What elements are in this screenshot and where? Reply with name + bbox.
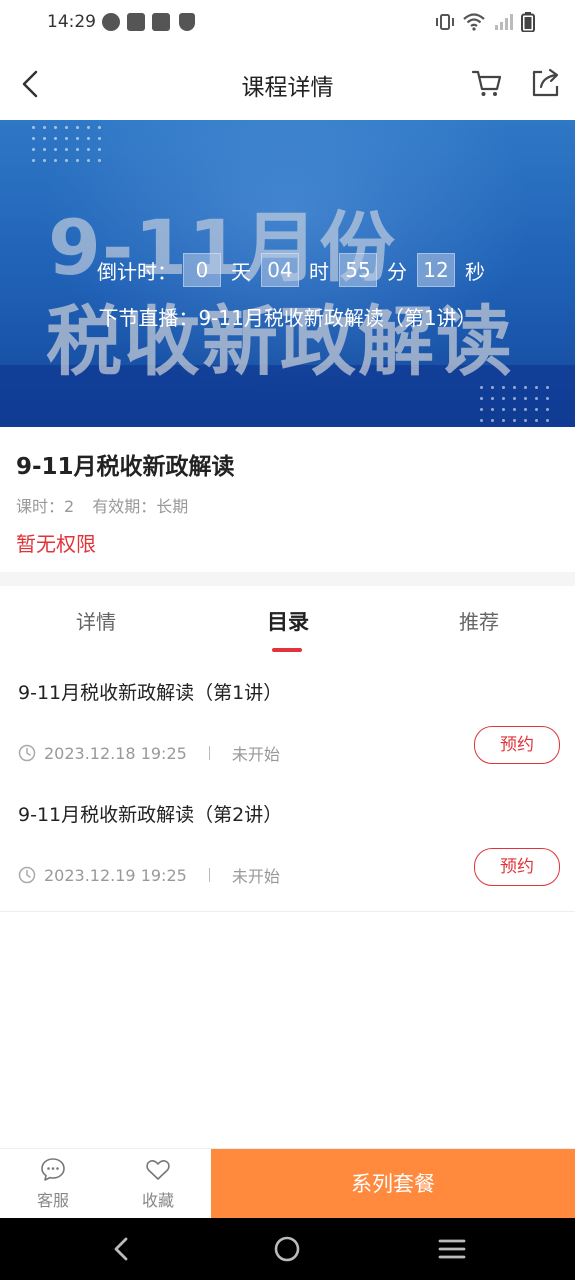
vibrate-icon bbox=[436, 14, 454, 30]
shield-notification-icon bbox=[179, 13, 195, 31]
status-bar: 14:29 bbox=[0, 0, 575, 48]
lesson-datetime: 2023.12.19 19:25 bbox=[44, 865, 187, 885]
lesson-title: 9-11月税收新政解读（第1讲） bbox=[18, 682, 283, 704]
lesson-status: 未开始 bbox=[231, 745, 280, 764]
countdown-minutes-unit: 分 bbox=[387, 259, 407, 284]
lesson-meta: 2023.12.18 19:25 未开始 bbox=[18, 741, 280, 765]
favorite-button[interactable]: 收藏 bbox=[123, 1157, 193, 1211]
lesson-status: 未开始 bbox=[231, 867, 280, 886]
battery-icon bbox=[521, 12, 535, 32]
course-validity: 有效期：长期 bbox=[92, 497, 189, 516]
lesson-datetime: 2023.12.18 19:25 bbox=[44, 743, 187, 763]
reserve-button[interactable]: 预约 bbox=[474, 726, 560, 764]
system-home-icon[interactable] bbox=[273, 1235, 301, 1263]
banner-background-subtitle: 税收新政解读 bbox=[46, 297, 514, 386]
section-divider bbox=[0, 572, 575, 586]
course-title: 9-11月税收新政解读 bbox=[16, 454, 235, 480]
meta-divider bbox=[208, 868, 210, 882]
share-icon[interactable] bbox=[528, 66, 562, 100]
course-info: 9-11月税收新政解读 课时：2 有效期：长期 暂无权限 bbox=[0, 427, 575, 572]
tab-catalog[interactable]: 目录 bbox=[228, 606, 348, 636]
wifi-icon bbox=[463, 13, 485, 31]
heart-icon bbox=[146, 1160, 170, 1180]
system-status-icons bbox=[435, 12, 535, 32]
chat-bubble-icon bbox=[41, 1158, 65, 1181]
banner-dot-pattern bbox=[28, 122, 108, 166]
clock-icon bbox=[18, 744, 36, 762]
tab-details[interactable]: 详情 bbox=[36, 606, 156, 635]
reserve-button[interactable]: 预约 bbox=[474, 848, 560, 886]
system-back-icon[interactable] bbox=[110, 1235, 134, 1263]
countdown-label: 倒计时： bbox=[97, 259, 177, 284]
navigation-bar: 课程详情 bbox=[0, 48, 575, 120]
customer-service-label: 客服 bbox=[36, 1191, 69, 1210]
next-live-lesson: 9-11月税收新政解读（第1讲） bbox=[198, 306, 477, 330]
series-package-button[interactable]: 系列套餐 bbox=[211, 1149, 575, 1219]
cart-icon[interactable] bbox=[470, 66, 504, 100]
app-notification-icon bbox=[102, 13, 120, 31]
permission-status: 暂无权限 bbox=[16, 532, 96, 556]
customer-service-button[interactable]: 客服 bbox=[18, 1157, 88, 1211]
mail-notification-icon bbox=[127, 13, 145, 31]
signal-icon bbox=[495, 14, 513, 30]
countdown-minutes: 55 bbox=[339, 253, 377, 287]
course-banner[interactable]: 9-11月份 税收新政解读 下节直播：9-11月税收新政解读（第1讲） 倒计时：… bbox=[0, 120, 575, 427]
notification-icons bbox=[102, 13, 195, 31]
lesson-item[interactable]: 9-11月税收新政解读（第1讲） 2023.12.18 19:25 未开始 预约 bbox=[0, 660, 575, 790]
next-live-label: 下节直播： bbox=[98, 306, 199, 330]
banner-dot-pattern bbox=[476, 382, 556, 426]
favorite-label: 收藏 bbox=[141, 1191, 174, 1210]
mail-notification-icon bbox=[152, 13, 170, 31]
countdown-seconds: 12 bbox=[417, 253, 455, 287]
countdown-seconds-unit: 秒 bbox=[465, 259, 485, 284]
status-time: 14:29 bbox=[47, 12, 96, 32]
clock-icon bbox=[18, 866, 36, 884]
countdown-days: 0 bbox=[183, 253, 221, 287]
course-hours: 课时：2 bbox=[16, 497, 75, 516]
system-menu-icon[interactable] bbox=[437, 1237, 467, 1261]
bottom-action-bar: 客服 收藏 系列套餐 bbox=[0, 1148, 575, 1219]
course-meta: 课时：2 有效期：长期 bbox=[16, 493, 188, 517]
countdown-hours-unit: 时 bbox=[309, 259, 329, 284]
active-tab-indicator bbox=[272, 648, 302, 652]
meta-divider bbox=[208, 746, 210, 760]
tab-recommend[interactable]: 推荐 bbox=[419, 606, 539, 635]
countdown-timer: 倒计时： 0 天 04 时 55 分 12 秒 bbox=[97, 253, 489, 287]
lesson-item[interactable]: 9-11月税收新政解读（第2讲） 2023.12.19 19:25 未开始 预约 bbox=[0, 782, 575, 912]
tab-bar: 详情 目录 推荐 bbox=[0, 586, 575, 660]
lesson-title: 9-11月税收新政解读（第2讲） bbox=[18, 804, 283, 826]
system-navigation-bar bbox=[0, 1218, 575, 1280]
countdown-days-unit: 天 bbox=[231, 259, 251, 284]
countdown-hours: 04 bbox=[261, 253, 299, 287]
next-live-line: 下节直播：9-11月税收新政解读（第1讲） bbox=[0, 302, 575, 331]
lesson-meta: 2023.12.19 19:25 未开始 bbox=[18, 863, 280, 887]
